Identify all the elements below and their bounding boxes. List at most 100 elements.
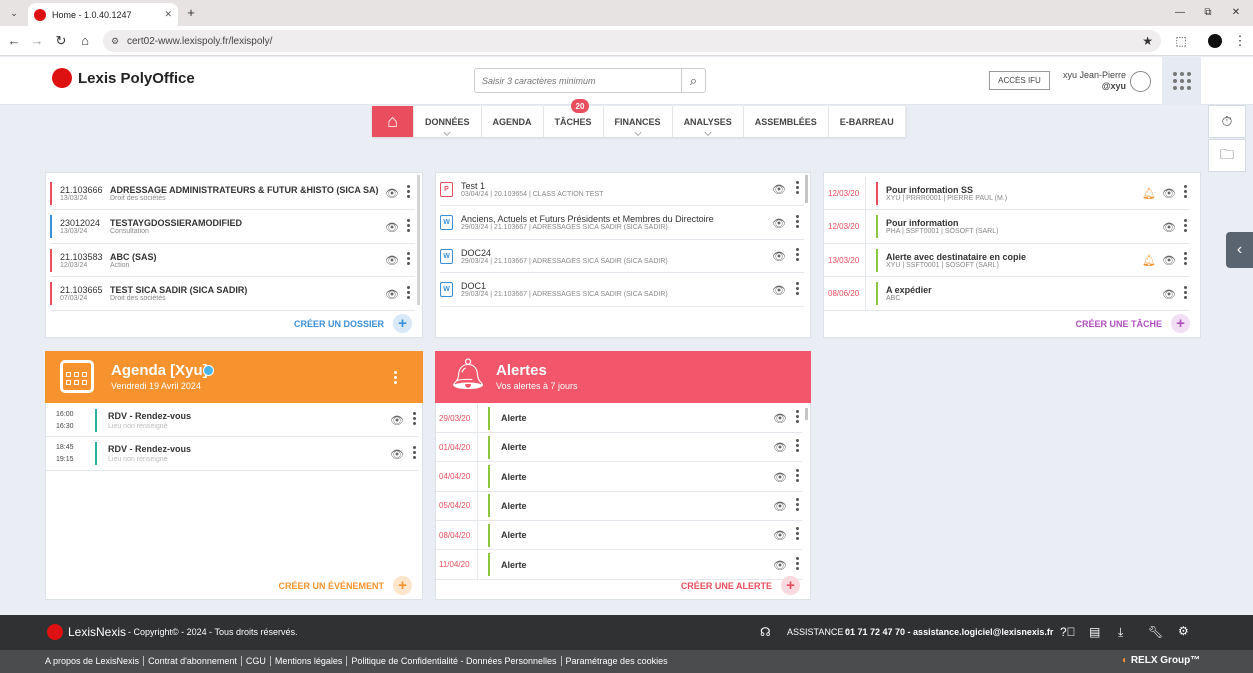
address-bar[interactable]: ⚙ cert02-www.lexispoly.fr/lexispoly/ ★ — [103, 30, 1161, 52]
document-icon[interactable]: ▤ — [1089, 625, 1100, 639]
forward-arrow-icon[interactable]: → — [28, 32, 46, 50]
gear-icon[interactable]: ⚙ — [1178, 624, 1189, 638]
more-options-icon[interactable] — [796, 281, 799, 295]
eye-icon[interactable]: 👁︎ — [390, 448, 404, 461]
more-options-icon[interactable] — [413, 445, 416, 459]
create-tache-button[interactable]: CRÉER UNE TÂCHE + — [1075, 314, 1190, 333]
footer-link[interactable]: CGU — [242, 656, 271, 666]
close-window-button[interactable]: ✕ — [1227, 4, 1245, 22]
more-options-icon[interactable] — [407, 185, 410, 198]
scrollbar[interactable] — [417, 175, 420, 305]
eye-icon[interactable]: 👁︎ — [772, 284, 786, 297]
document-row[interactable]: W Anciens, Actuels et Futurs Présidents e… — [440, 207, 804, 240]
site-info-icon[interactable]: ⚙ — [111, 36, 119, 47]
reload-icon[interactable]: ↻ — [52, 32, 70, 50]
more-options-icon[interactable] — [796, 497, 799, 511]
eye-icon[interactable]: 👁︎ — [773, 441, 787, 454]
close-tab-icon[interactable]: ✕ — [164, 9, 172, 20]
eye-icon[interactable]: 👁︎ — [1162, 221, 1176, 234]
folder-button[interactable]: 🗀 — [1208, 139, 1246, 172]
eye-icon[interactable]: 👁︎ — [385, 187, 399, 200]
more-options-icon[interactable] — [796, 248, 799, 261]
tab-list-chevron-icon[interactable]: ⌄ — [5, 4, 23, 22]
more-options-icon[interactable] — [407, 218, 410, 232]
dossier-row[interactable]: 23012024 13/03/24 TESTAYGDOSSIERAMODIFIED C… — [50, 211, 415, 244]
alerte-row[interactable]: 01/04/20 Alerte 👁︎ — [436, 432, 802, 463]
menu-assemblees[interactable]: ASSEMBLÉES — [742, 106, 828, 137]
more-options-icon[interactable] — [796, 181, 799, 194]
eye-icon[interactable]: 👁︎ — [1162, 254, 1176, 267]
eye-icon[interactable]: 👁︎ — [385, 221, 399, 234]
bell-icon[interactable]: 🔔︎ — [1142, 254, 1156, 267]
eye-icon[interactable]: 👁︎ — [773, 559, 787, 572]
more-options-icon[interactable] — [1184, 218, 1187, 232]
more-options-icon[interactable] — [796, 410, 799, 423]
tache-row[interactable]: 13/03/20 Alerte avec destinataire en copi… — [824, 243, 1190, 277]
more-options-icon[interactable] — [796, 556, 799, 570]
browser-tab[interactable]: Home - 1.0.40.1247 ✕ — [28, 3, 178, 26]
eye-icon[interactable]: 👁︎ — [772, 217, 786, 230]
minimize-button[interactable]: — — [1171, 4, 1189, 22]
help-icon[interactable]: ?⃝ — [1060, 625, 1076, 639]
menu-ebarreau[interactable]: E-BARREAU — [827, 106, 906, 137]
tache-row[interactable]: 12/03/20 Pour information PHA | SSFT0001 |… — [824, 210, 1190, 244]
eye-icon[interactable]: 👁︎ — [772, 250, 786, 263]
agenda-event-row[interactable]: 16:00 16:30 RDV - Rendez-vous Lieu non rens… — [46, 404, 418, 437]
footer-link[interactable]: A propos de LexisNexis — [45, 656, 145, 666]
acces-ifu-button[interactable]: ACCÈS IFU — [989, 71, 1050, 90]
bookmark-star-icon[interactable]: ★ — [1142, 34, 1153, 48]
eye-icon[interactable]: 👁︎ — [385, 254, 399, 267]
dossier-row[interactable]: 21.103665 07/03/24 TEST SICA SADIR (SICA S… — [50, 278, 415, 311]
new-tab-button[interactable]: + — [182, 4, 200, 22]
search-input[interactable] — [475, 75, 681, 86]
more-options-icon[interactable] — [796, 527, 799, 541]
tache-row[interactable]: 08/06/20 A expédier ABC 👁︎ — [824, 277, 1190, 311]
eye-icon[interactable]: 👁︎ — [773, 412, 787, 425]
assistance-contact[interactable]: 01 71 72 47 70 - assistance.logiciel@lex… — [845, 627, 1053, 637]
eye-icon[interactable]: 👁︎ — [1162, 288, 1176, 301]
eye-icon[interactable]: 👁︎ — [1162, 187, 1176, 200]
avatar[interactable] — [1130, 71, 1151, 92]
scrollbar[interactable] — [805, 175, 808, 203]
create-alerte-button[interactable]: CRÉER UNE ALERTE + — [681, 576, 800, 595]
more-options-icon[interactable] — [407, 285, 410, 299]
alerte-row[interactable]: 29/03/20 Alerte 👁︎ — [436, 403, 802, 433]
menu-donnees[interactable]: DONNÉES — [413, 106, 481, 137]
eye-icon[interactable]: 👁︎ — [385, 288, 399, 301]
extensions-icon[interactable]: ⬚ — [1172, 32, 1190, 50]
menu-analyses[interactable]: ANALYSES — [671, 106, 743, 137]
footer-link[interactable]: Politique de Confidentialité - Données P… — [347, 656, 562, 666]
download-icon[interactable]: ⤓ — [1118, 625, 1123, 640]
more-options-icon[interactable] — [796, 439, 799, 453]
more-options-icon[interactable] — [407, 252, 410, 265]
menu-agenda[interactable]: AGENDA — [480, 106, 543, 137]
maximize-button[interactable]: ⧉ — [1199, 4, 1217, 22]
user-info[interactable]: xyu Jean-Pierre @xyu — [1056, 70, 1126, 92]
footer-link[interactable]: Paramétrage des cookies — [562, 656, 672, 666]
search-icon[interactable]: ⌕ — [681, 69, 705, 92]
dossier-row[interactable]: 21.103583 12/03/24 ABC (SAS) Action 👁︎ — [50, 244, 415, 277]
agenda-event-row[interactable]: 18:45 19:15 RDV - Rendez-vous Lieu non rens… — [46, 438, 418, 471]
browser-menu-icon[interactable]: ⋮ — [1231, 32, 1249, 50]
home-icon[interactable]: ⌂ — [76, 32, 94, 50]
wrench-icon[interactable]: 🔧︎ — [1148, 625, 1163, 639]
eye-icon[interactable]: 👁︎ — [390, 414, 404, 427]
create-dossier-button[interactable]: CRÉER UN DOSSIER + — [294, 314, 412, 333]
home-button[interactable]: ⌂ — [372, 106, 413, 137]
tache-row[interactable]: 12/03/20 Pour information SS XYU | PRRR000… — [824, 176, 1190, 210]
timer-button[interactable]: ⏱ — [1208, 105, 1246, 138]
document-row[interactable]: W DOC1 29/03/24 | 21.103667 | ADRESSAGES S… — [440, 274, 804, 307]
eye-icon[interactable]: 👁︎ — [773, 500, 787, 513]
more-options-icon[interactable] — [1184, 185, 1187, 198]
agenda-menu-icon[interactable] — [394, 371, 397, 384]
more-options-icon[interactable] — [1184, 285, 1187, 299]
app-logo[interactable]: Lexis PolyOffice — [52, 68, 195, 88]
document-row[interactable]: W DOC24 29/03/24 | 21.103667 | ADRESSAGES … — [440, 240, 804, 273]
side-panel-toggle[interactable]: ‹ — [1226, 232, 1253, 268]
apps-grid-button[interactable] — [1162, 57, 1201, 105]
footer-link[interactable]: Contrat d'abonnement — [144, 656, 242, 666]
eye-icon[interactable]: 👁︎ — [772, 183, 786, 196]
alerte-row[interactable]: 05/04/20 Alerte 👁︎ — [436, 491, 802, 521]
bell-icon[interactable]: 🔔︎ — [1142, 187, 1156, 200]
menu-finances[interactable]: FINANCES — [602, 106, 672, 137]
